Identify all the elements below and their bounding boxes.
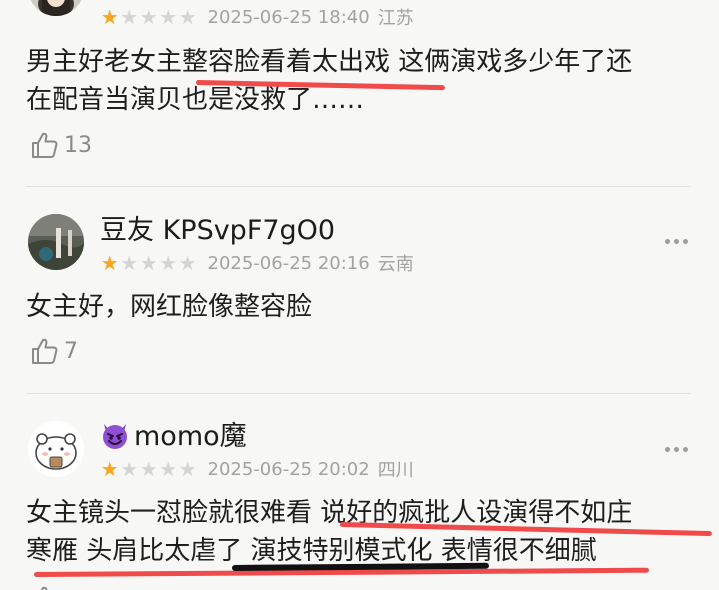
- user-avatar[interactable]: [28, 214, 84, 270]
- star-empty-icon: ★: [139, 251, 158, 275]
- like-button[interactable]: 13: [30, 130, 92, 160]
- star-empty-icon: ★: [120, 5, 139, 29]
- like-button[interactable]: 7: [30, 336, 78, 366]
- more-dots-icon: [683, 238, 688, 244]
- star-empty-icon: ★: [178, 5, 197, 29]
- comment-time: 2025-06-25 20:02: [207, 458, 370, 480]
- thumbs-up-icon: [32, 132, 58, 158]
- star-empty-icon: ★: [120, 251, 139, 275]
- comment-meta: ★ ★ ★ ★ ★ 2025-06-25 20:02 四川: [100, 457, 414, 482]
- thumbs-up-icon: [32, 338, 58, 364]
- star-empty-icon: ★: [178, 457, 197, 481]
- more-options-button[interactable]: [665, 236, 688, 246]
- comment-text-line: 女主镜头一怼脸就很难看 说好的疯批人设演得不如庄: [26, 498, 633, 528]
- comment-meta: ★ ★ ★ ★ ★ 2025-06-25 18:40 江苏: [100, 5, 414, 30]
- more-dots-icon: [665, 238, 670, 244]
- star-empty-icon: ★: [159, 5, 178, 29]
- more-dots-icon: [674, 238, 679, 244]
- user-avatar[interactable]: [28, 421, 84, 477]
- comment-divider: [26, 186, 691, 187]
- comment-text: 女主好，网红脸像整容脸: [26, 288, 686, 326]
- more-dots-icon: [665, 446, 670, 452]
- user-avatar[interactable]: [28, 0, 84, 16]
- comment-divider: [26, 393, 691, 394]
- star-filled-icon: ★: [100, 457, 119, 481]
- comment-text-line: 女主好，网红脸像整容脸: [26, 292, 313, 322]
- more-dots-icon: [683, 446, 688, 452]
- comment-time: 2025-06-25 20:16: [207, 252, 370, 274]
- thumbs-up-icon: [40, 586, 48, 590]
- username-text: momo魔: [134, 421, 247, 452]
- star-empty-icon: ★: [178, 251, 197, 275]
- star-empty-icon: ★: [139, 5, 158, 29]
- star-empty-icon: ★: [139, 457, 158, 481]
- more-options-button[interactable]: [665, 444, 688, 454]
- star-filled-icon: ★: [100, 251, 119, 275]
- username[interactable]: momo魔: [100, 420, 247, 454]
- smiling-devil-emoji: [103, 424, 127, 449]
- star-empty-icon: ★: [159, 457, 178, 481]
- comment-location: 四川: [377, 460, 414, 481]
- rating-stars: ★ ★ ★ ★ ★: [100, 7, 198, 27]
- rating-stars: ★ ★ ★ ★ ★: [100, 459, 198, 479]
- comment-text-line: 寒雁 头肩比太虐了 演技特别模式化 表情很不细腻: [26, 536, 597, 566]
- like-count: 7: [64, 338, 78, 364]
- comment-location: 云南: [377, 254, 414, 275]
- rating-stars: ★ ★ ★ ★ ★: [100, 253, 198, 273]
- star-empty-icon: ★: [120, 457, 139, 481]
- comment-text-line: 在配音当演贝也是没救了……: [26, 85, 365, 115]
- comment-text-line: 男主好老女主整容脸看着太出戏 这俩演戏多少年了还: [26, 47, 633, 77]
- comment-location: 江苏: [377, 8, 414, 29]
- like-button[interactable]: [30, 584, 64, 590]
- star-empty-icon: ★: [159, 251, 178, 275]
- star-filled-icon: ★: [100, 5, 119, 29]
- comments-page: ★ ★ ★ ★ ★ 2025-06-25 18:40 江苏 男主好老女主整容脸看…: [0, 0, 719, 590]
- comment-time: 2025-06-25 18:40: [207, 6, 370, 28]
- comment-text: 男主好老女主整容脸看着太出戏 这俩演戏多少年了还 在配音当演贝也是没救了……: [26, 43, 686, 119]
- like-count: 13: [64, 132, 92, 158]
- comment-meta: ★ ★ ★ ★ ★ 2025-06-25 20:16 云南: [100, 251, 414, 276]
- username[interactable]: 豆友 KPSvpF7gO0: [100, 214, 335, 248]
- more-dots-icon: [674, 446, 679, 452]
